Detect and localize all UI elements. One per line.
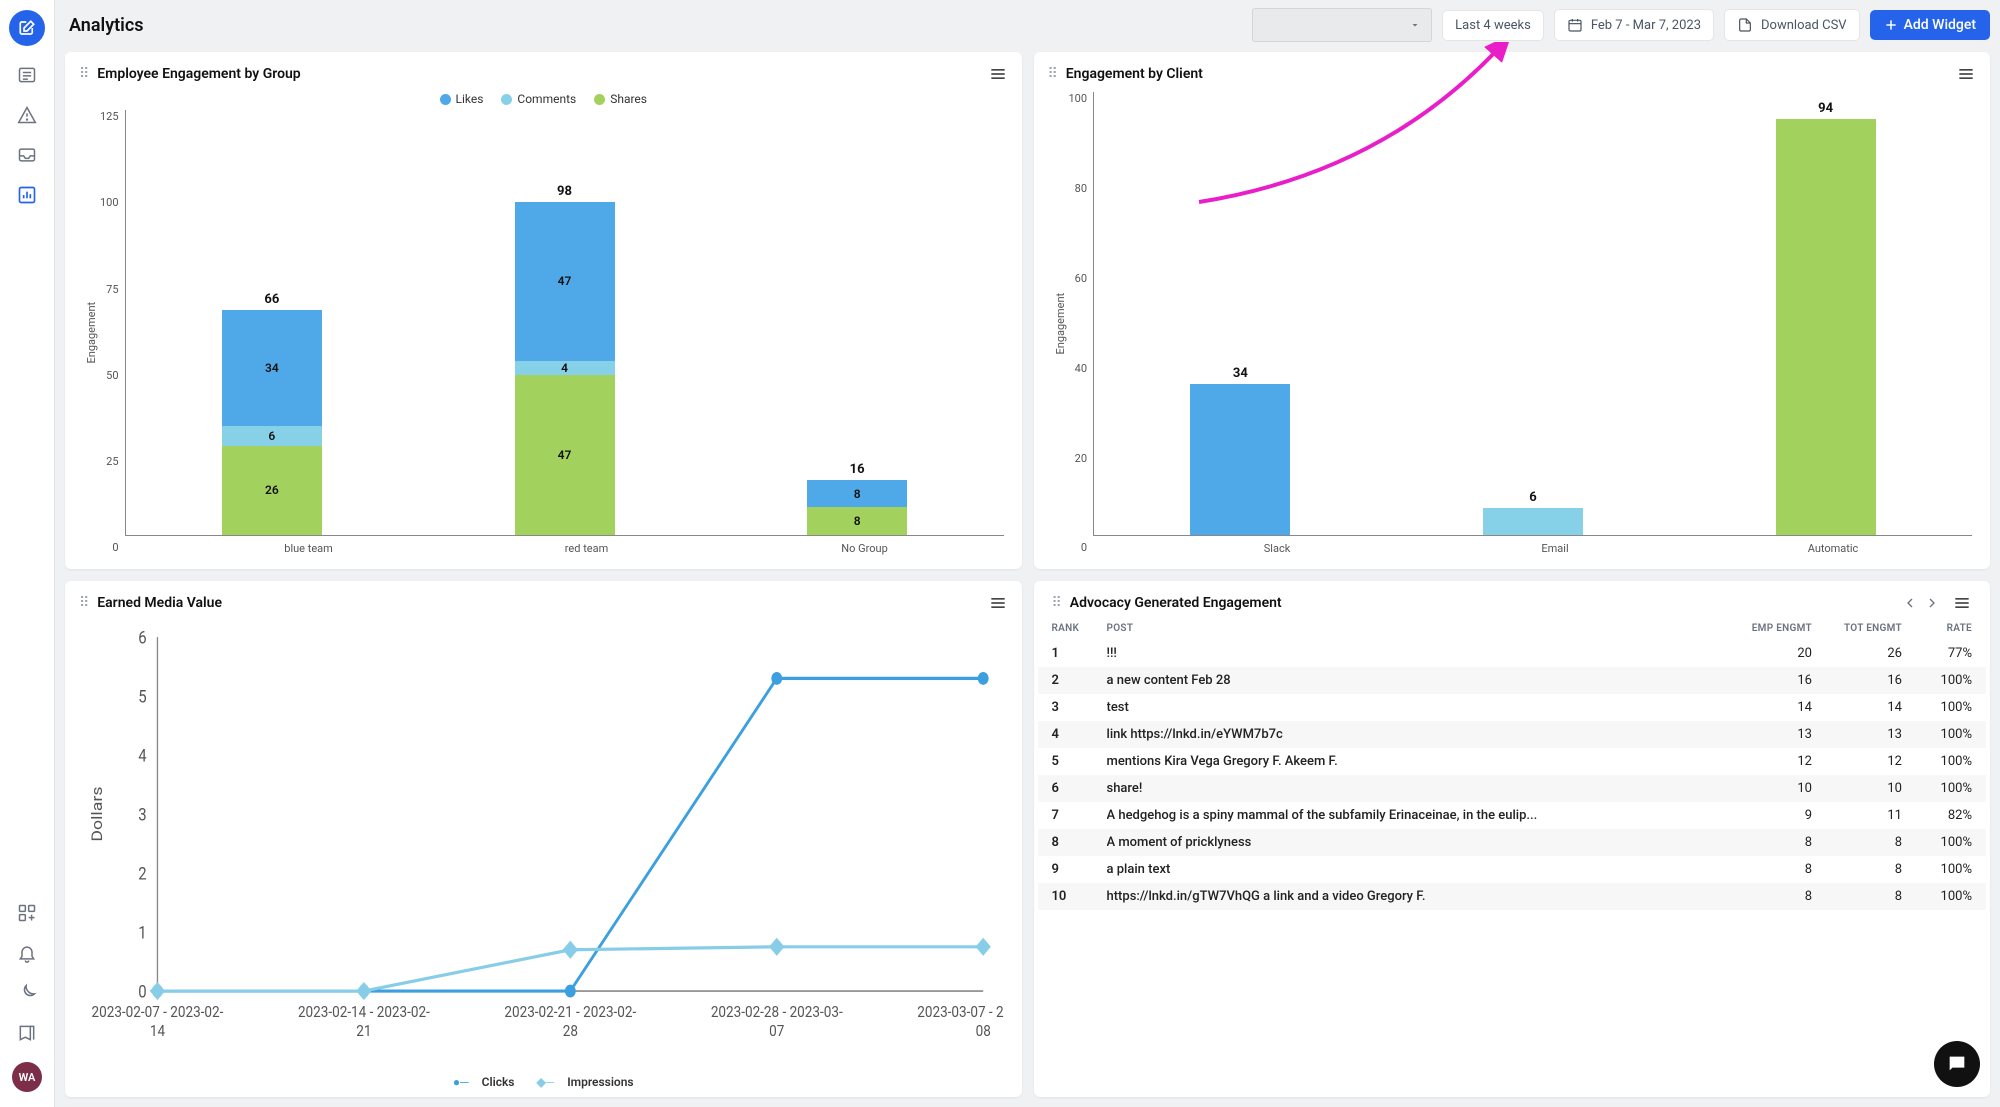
card-menu-button[interactable] [988,64,1008,84]
table-row[interactable]: 5mentions Kira Vega Gregory F. Akeem F.1… [1038,748,1987,775]
add-widget-label: Add Widget [1904,17,1976,33]
y-label: Engagement [1052,92,1069,555]
card-menu-button[interactable] [1952,593,1972,613]
card-advocacy-table: ⠿ Advocacy Generated Engagement RANK POS… [1034,581,1991,1098]
plus-icon [1884,18,1898,32]
y-ticks: 1251007550250 [100,110,125,555]
compose-button[interactable] [9,10,45,46]
card-title: Employee Engagement by Group [97,66,300,82]
table-row[interactable]: 3test1414100% [1038,694,1987,721]
card-menu-button[interactable] [1956,64,1976,84]
table-headers: RANK POST EMP ENGMT TOT ENGMT RATE [1038,617,1987,640]
chat-launcher[interactable] [1934,1041,1980,1087]
period-label: Last 4 weeks [1455,18,1531,33]
moon-icon[interactable] [16,982,38,1004]
svg-text:14: 14 [150,1020,166,1039]
drag-handle[interactable]: ⠿ [1052,595,1062,611]
svg-text:Dollars: Dollars [88,786,105,841]
table-row[interactable]: 2a new content Feb 281616100% [1038,667,1987,694]
analytics-icon[interactable] [16,184,38,206]
card-title: Advocacy Generated Engagement [1070,595,1282,611]
card-employee-engagement: ⠿ Employee Engagement by Group Likes Com… [65,52,1022,569]
date-range-selector[interactable]: Feb 7 - Mar 7, 2023 [1554,9,1714,41]
svg-text:28: 28 [563,1020,578,1039]
svg-text:6: 6 [138,627,146,648]
legend: ●─ Clicks ◆─ Impressions [83,1071,1004,1097]
svg-text:3: 3 [138,804,146,825]
legend-shares: Shares [610,92,647,106]
bars-area: 34694 [1093,92,1972,536]
bookmark-icon[interactable] [16,1022,38,1044]
y-ticks: 100806040200 [1069,92,1094,555]
bell-icon[interactable] [16,942,38,964]
avatar-initials: WA [19,1071,36,1084]
alert-icon[interactable] [16,104,38,126]
news-icon[interactable] [16,64,38,86]
svg-text:21: 21 [356,1020,371,1039]
table-row[interactable]: 10https://lnkd.in/gTW7VhQG a link and a … [1038,883,1987,910]
svg-text:2: 2 [138,863,146,884]
card-title: Earned Media Value [97,595,222,611]
svg-text:07: 07 [769,1020,784,1039]
table-row[interactable]: 1!!!202677% [1038,640,1987,667]
svg-text:2023-02-28 - 2023-03-: 2023-02-28 - 2023-03- [711,1001,843,1020]
x-labels: blue teamred teamNo Group [125,542,1004,555]
card-menu-button[interactable] [988,593,1008,613]
svg-text:2023-02-07 - 2023-02-: 2023-02-07 - 2023-02- [92,1001,224,1020]
svg-text:2023-02-21 - 2023-02-: 2023-02-21 - 2023-02- [504,1001,636,1020]
period-selector[interactable]: Last 4 weeks [1442,10,1544,41]
x-labels: SlackEmailAutomatic [1093,542,1972,555]
line-chart: 0 1 2 3 4 5 6 Dollars 2023-02-07 - 2023-02-14 202… [83,621,1004,1072]
legend-impressions: Impressions [567,1075,633,1089]
svg-text:4: 4 [138,745,146,766]
apps-icon[interactable] [16,902,38,924]
svg-text:1: 1 [138,922,146,943]
y-label: Engagement [83,110,100,555]
svg-text:0: 0 [138,981,146,1002]
add-widget-button[interactable]: Add Widget [1870,10,1990,40]
date-range-label: Feb 7 - Mar 7, 2023 [1591,18,1701,33]
svg-text:08: 08 [976,1020,991,1039]
filter-dropdown[interactable] [1252,8,1432,42]
download-label: Download CSV [1761,18,1847,33]
table-row[interactable]: 9a plain text88100% [1038,856,1987,883]
card-title: Engagement by Client [1066,66,1203,82]
card-earned-media: ⠿ Earned Media Value 0 1 2 3 4 5 6 Dollars 2023-… [65,581,1022,1098]
svg-text:2023-02-14 - 2023-02-: 2023-02-14 - 2023-02- [298,1001,430,1020]
legend-clicks: Clicks [482,1075,515,1089]
page-title: Analytics [65,15,144,36]
table-row[interactable]: 7A hedgehog is a spiny mammal of the sub… [1038,802,1987,829]
main: Analytics Last 4 weeks Feb 7 - Mar 7, 20… [55,0,2000,1107]
drag-handle[interactable]: ⠿ [1048,66,1058,82]
avatar[interactable]: WA [12,1062,42,1092]
drag-handle[interactable]: ⠿ [79,595,89,611]
sidebar: WA [0,0,55,1107]
legend-comments: Comments [517,92,576,106]
calendar-icon [1567,17,1583,33]
content-grid: ⠿ Employee Engagement by Group Likes Com… [55,42,2000,1107]
topbar: Analytics Last 4 weeks Feb 7 - Mar 7, 20… [55,0,2000,42]
legend: Likes Comments Shares [83,92,1004,106]
legend-likes: Likes [456,92,484,106]
chevron-right-icon[interactable] [1924,595,1940,611]
file-icon [1737,17,1753,33]
table-body: 1!!!202677%2a new content Feb 281616100%… [1038,640,1987,910]
table-row[interactable]: 4link https://lnkd.in/eYWM7b7c1313100% [1038,721,1987,748]
bars-area: 662663498474471688 [125,110,1004,536]
svg-text:5: 5 [138,686,146,707]
drag-handle[interactable]: ⠿ [79,66,89,82]
chevron-left-icon[interactable] [1902,595,1918,611]
svg-text:2023-03-07 - 2023-03-: 2023-03-07 - 2023-03- [917,1001,1003,1020]
download-csv-button[interactable]: Download CSV [1724,9,1860,41]
card-engagement-client: ⠿ Engagement by Client Engagement 100806… [1034,52,1991,569]
table-row[interactable]: 6share!1010100% [1038,775,1987,802]
inbox-icon[interactable] [16,144,38,166]
table-row[interactable]: 8A moment of pricklyness88100% [1038,829,1987,856]
chevron-down-icon [1409,19,1421,31]
